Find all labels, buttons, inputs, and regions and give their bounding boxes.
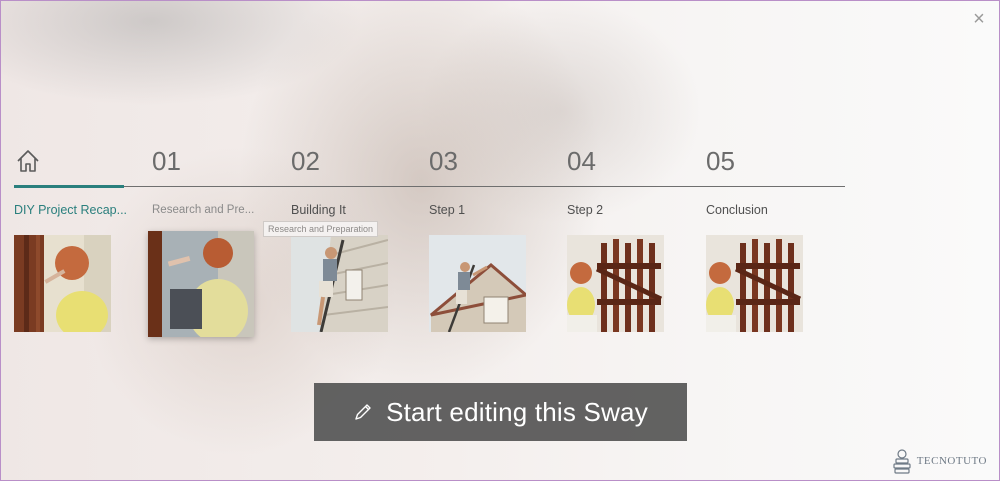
section-thumbnail[interactable] bbox=[567, 235, 664, 332]
section-title[interactable]: Building It bbox=[291, 201, 409, 221]
section-title[interactable]: Step 1 bbox=[429, 201, 547, 221]
sway-navigation-overlay: × 01 02 03 04 05 DIY Project Recap... Re… bbox=[0, 0, 1000, 481]
tab-02[interactable]: 02 bbox=[291, 141, 320, 187]
section-title[interactable]: Conclusion bbox=[706, 201, 824, 221]
home-icon bbox=[17, 150, 39, 172]
tab-01[interactable]: 01 bbox=[152, 141, 181, 187]
section-card-step2[interactable]: Step 2 bbox=[567, 201, 685, 332]
tab-03[interactable]: 03 bbox=[429, 141, 458, 187]
section-card-step1[interactable]: Step 1 bbox=[429, 201, 547, 332]
section-thumbnail[interactable] bbox=[291, 235, 388, 332]
watermark: TECNOTUTO bbox=[891, 448, 987, 474]
section-thumbnail[interactable] bbox=[706, 235, 803, 332]
section-title[interactable]: Step 2 bbox=[567, 201, 685, 221]
pencil-icon bbox=[355, 404, 371, 420]
close-button[interactable]: × bbox=[969, 9, 989, 29]
active-tab-indicator bbox=[14, 185, 124, 188]
tab-home[interactable] bbox=[14, 141, 124, 188]
section-thumbnail[interactable] bbox=[148, 231, 254, 337]
section-tooltip: Research and Preparation bbox=[263, 221, 379, 237]
start-editing-label: Start editing this Sway bbox=[386, 396, 648, 427]
section-card-research[interactable]: Research and Pre... bbox=[148, 201, 262, 337]
start-editing-button[interactable]: Start editing this Sway bbox=[314, 383, 687, 441]
section-thumbnail[interactable] bbox=[14, 235, 111, 332]
section-card-recap[interactable]: DIY Project Recap... bbox=[14, 201, 132, 332]
section-card-conclusion[interactable]: Conclusion bbox=[706, 201, 824, 332]
section-tabs: 01 02 03 04 05 bbox=[14, 141, 845, 188]
tab-05[interactable]: 05 bbox=[706, 141, 735, 187]
section-title[interactable]: DIY Project Recap... bbox=[14, 201, 132, 221]
section-thumbnail[interactable] bbox=[429, 235, 526, 332]
tab-04[interactable]: 04 bbox=[567, 141, 596, 187]
watermark-logo-icon bbox=[893, 449, 911, 474]
section-title[interactable]: Research and Pre... bbox=[152, 201, 262, 221]
watermark-text: TECNOTUTO bbox=[916, 455, 987, 467]
